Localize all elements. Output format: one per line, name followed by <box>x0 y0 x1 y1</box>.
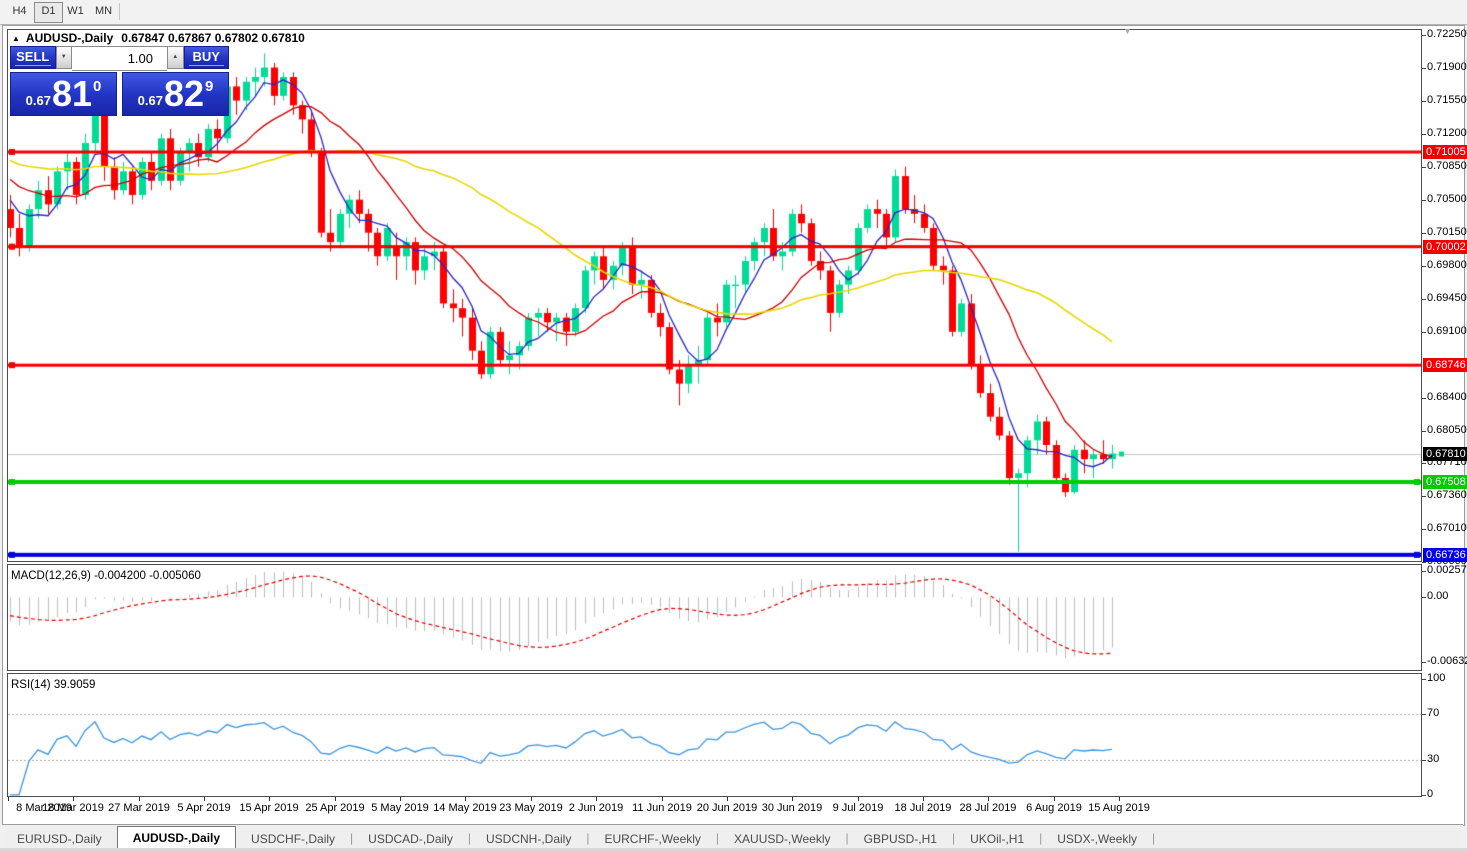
chart-tab-ukoil[interactable]: UKOil-,H1 <box>955 829 1039 849</box>
chart-tab-usdchf[interactable]: USDCHF-,Daily <box>236 829 350 849</box>
buy-price-base: 0.67 <box>138 93 163 108</box>
toolbar-separator <box>119 3 120 20</box>
chart-tab-bar: EURUSD-,DailyAUDUSD-,DailyUSDCHF-,Daily |… <box>2 824 1463 849</box>
sell-underline <box>15 65 51 66</box>
sell-price-big: 81 <box>52 76 92 112</box>
mt4-terminal: H4D1W1MN ▲ AUDUSD-,Daily 0.67847 0.67867 0… <box>0 0 1467 851</box>
sell-price-base: 0.67 <box>26 93 51 108</box>
buy-button-label: BUY <box>193 49 220 64</box>
chart-tab-gbpusd[interactable]: GBPUSD-,H1 <box>849 829 952 849</box>
buy-price-big: 82 <box>164 76 204 112</box>
sell-button[interactable]: SELL <box>10 46 56 69</box>
chart-title: ▲ AUDUSD-,Daily 0.67847 0.67867 0.67802 0.… <box>12 31 305 45</box>
buy-price-sup: 9 <box>205 78 213 95</box>
volume-increase-button[interactable]: ▲ <box>167 46 184 69</box>
chart-shift-marker-icon[interactable]: ▼ <box>1123 26 1132 36</box>
buy-button[interactable]: BUY <box>184 46 230 69</box>
buy-underline <box>189 65 225 66</box>
rsi-pane-canvas[interactable] <box>7 673 1422 797</box>
volume-input[interactable] <box>72 46 167 71</box>
chart-tab-usdx[interactable]: USDX-,Weekly <box>1042 829 1152 849</box>
tab-separator: | <box>1152 829 1155 849</box>
timeframe-button-h4[interactable]: H4 <box>6 2 33 21</box>
rsi-indicator-label: RSI(14) 39.9059 <box>11 679 95 691</box>
sell-button-label: SELL <box>16 49 49 64</box>
sell-price-sup: 0 <box>93 78 101 95</box>
sell-price-box[interactable]: 0.67 81 0 <box>10 72 117 116</box>
macd-pane-canvas[interactable] <box>7 564 1422 671</box>
timeframe-button-w1[interactable]: W1 <box>62 2 89 21</box>
volume-decrease-button[interactable]: ▼ <box>56 46 73 69</box>
chart-tab-usdcad[interactable]: USDCAD-,Daily <box>353 829 468 849</box>
one-click-trading-panel: SELL ▼ ▲ BUY 0.67 81 0 0.67 82 9 <box>10 46 229 116</box>
macd-indicator-label: MACD(12,26,9) -0.004200 -0.005060 <box>11 570 201 582</box>
chart-symbol-label: AUDUSD-,Daily <box>26 31 113 45</box>
chart-tab-eurchf[interactable]: EURCHF-,Weekly <box>589 829 715 849</box>
timeframe-toolbar: H4D1W1MN <box>0 0 1467 25</box>
timeframe-button-mn[interactable]: MN <box>90 2 117 21</box>
timeframe-button-d1[interactable]: D1 <box>34 2 63 23</box>
chart-tab-audusd[interactable]: AUDUSD-,Daily <box>117 826 236 849</box>
chart-ohlc-quote: 0.67847 0.67867 0.67802 0.67810 <box>121 31 305 45</box>
chart-tab-eurusd[interactable]: EURUSD-,Daily <box>2 829 117 849</box>
collapse-icon[interactable]: ▲ <box>12 34 20 43</box>
chart-tab-xauusd[interactable]: XAUUSD-,Weekly <box>719 829 845 849</box>
buy-price-box[interactable]: 0.67 82 9 <box>122 72 229 116</box>
chart-tab-usdcnh[interactable]: USDCNH-,Daily <box>471 829 586 849</box>
